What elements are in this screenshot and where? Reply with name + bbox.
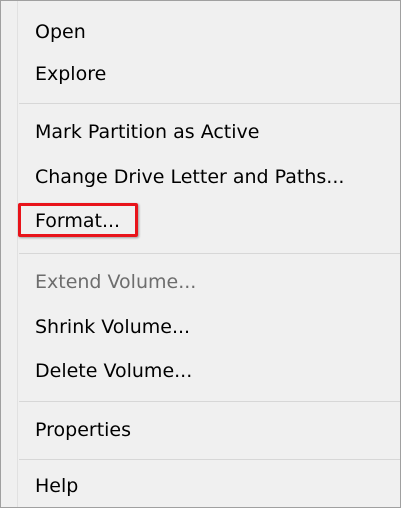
menu-item-shrink-volume[interactable]: Shrink Volume... bbox=[35, 312, 190, 342]
menu-item-help[interactable]: Help bbox=[35, 471, 78, 501]
menu-item-delete-volume[interactable]: Delete Volume... bbox=[35, 356, 192, 386]
context-menu: Open Explore Mark Partition as Active Ch… bbox=[0, 0, 401, 508]
menu-separator bbox=[19, 401, 400, 402]
menu-item-extend-volume: Extend Volume... bbox=[35, 271, 197, 293]
format-highlight-box bbox=[18, 203, 138, 237]
menu-item-change-drive-letter[interactable]: Change Drive Letter and Paths... bbox=[35, 162, 344, 192]
menu-item-mark-partition-active[interactable]: Mark Partition as Active bbox=[35, 117, 259, 147]
menu-separator bbox=[19, 103, 400, 104]
menu-item-properties[interactable]: Properties bbox=[35, 415, 131, 445]
menu-separator bbox=[19, 459, 400, 460]
icon-gutter-line bbox=[17, 1, 18, 507]
menu-item-explore[interactable]: Explore bbox=[35, 59, 106, 89]
menu-item-open[interactable]: Open bbox=[35, 17, 86, 47]
menu-separator bbox=[19, 253, 400, 254]
